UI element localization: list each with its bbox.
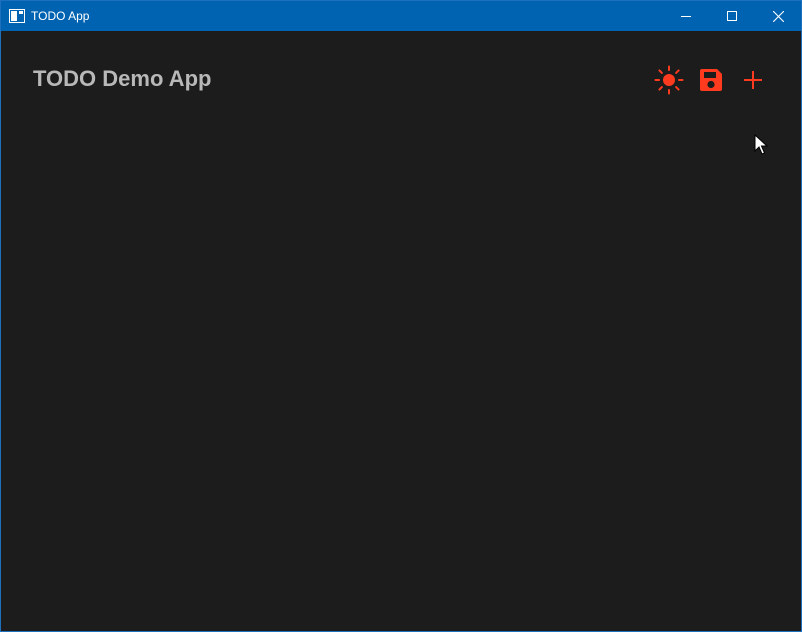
- save-button[interactable]: [695, 64, 727, 96]
- add-todo-button[interactable]: [737, 64, 769, 96]
- mouse-cursor-icon: [754, 133, 769, 156]
- theme-toggle-button[interactable]: [653, 64, 685, 96]
- close-button[interactable]: [755, 1, 801, 31]
- window-title: TODO App: [31, 9, 90, 23]
- app-window: TODO App TODO Demo App: [0, 0, 802, 632]
- page-title: TODO Demo App: [33, 66, 212, 91]
- floppy-disk-icon: [698, 67, 724, 93]
- app-content: TODO Demo App: [1, 31, 801, 631]
- maximize-button[interactable]: [709, 1, 755, 31]
- close-icon: [772, 10, 784, 22]
- title-bar[interactable]: TODO App: [1, 1, 801, 31]
- sun-icon: [654, 65, 684, 95]
- app-icon: [9, 9, 25, 23]
- minimize-button[interactable]: [663, 1, 709, 31]
- plus-icon: [742, 69, 764, 91]
- minimize-icon: [681, 11, 691, 21]
- maximize-icon: [727, 11, 737, 21]
